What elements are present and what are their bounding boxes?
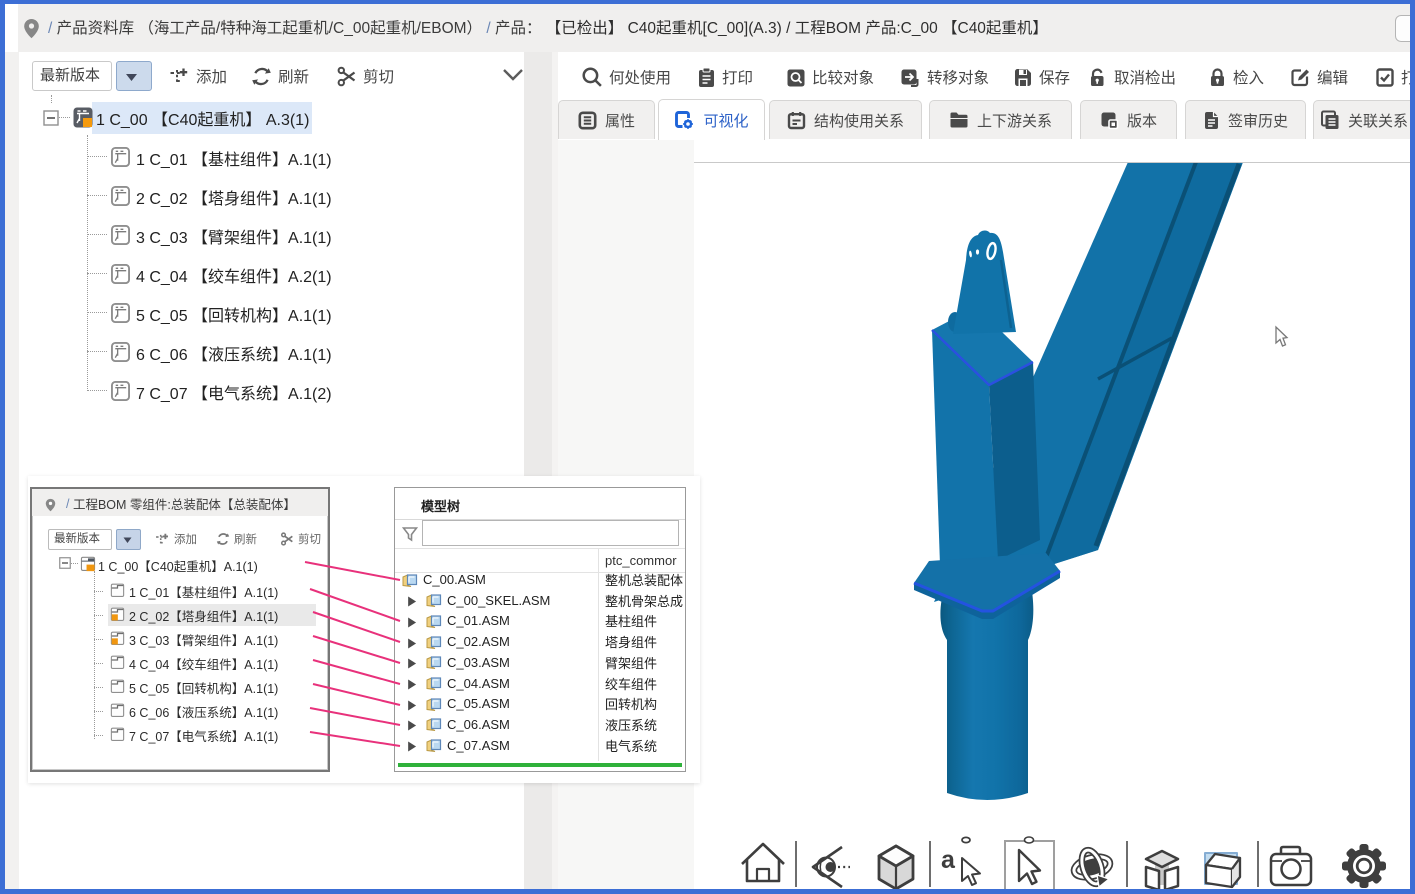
svg-text:a: a — [941, 846, 956, 874]
